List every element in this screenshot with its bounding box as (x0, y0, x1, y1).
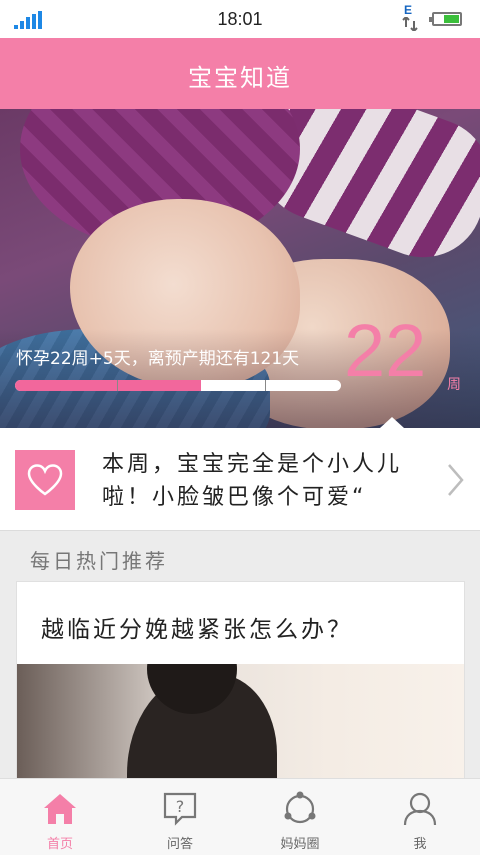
progress-bar-fill (15, 380, 201, 391)
week-unit-label: 周 (447, 377, 461, 393)
battery-icon (429, 12, 462, 26)
svg-text:?: ? (176, 797, 185, 816)
tab-label-home: 首页 (46, 837, 73, 852)
progress-tick (265, 380, 266, 391)
section-title-daily: 每日热门推荐 (30, 549, 168, 573)
weekly-tip-text: 本周，宝宝完全是个小人儿啦！小脸皱巴像个可爱“ (102, 452, 403, 510)
tab-qa[interactable]: ? 问答 (120, 779, 240, 855)
tab-home[interactable]: 首页 (0, 779, 120, 855)
tab-label-me: 我 (413, 837, 427, 852)
current-week-number: 22 (344, 309, 427, 392)
home-icon (44, 794, 76, 824)
article-image[interactable] (17, 664, 464, 792)
pregnancy-progress-text: 怀孕22周+5天，离预产期还有121天 (16, 349, 300, 369)
tab-label-qa: 问答 (166, 837, 193, 852)
chevron-right-icon[interactable] (446, 462, 466, 498)
article-title[interactable]: 越临近分娩越紧张怎么办？ (41, 610, 353, 644)
tab-label-mom-circle: 妈妈圈 (280, 837, 320, 852)
user-icon (403, 792, 437, 826)
circle-icon (284, 791, 316, 824)
status-bar: 18:01 E (0, 0, 480, 38)
network-icon: E (400, 3, 420, 33)
bottom-tab-bar: 首页 ? 问答 妈妈圈 我 (0, 778, 480, 855)
pregnancy-progress-bar (15, 380, 341, 391)
heart-icon (15, 450, 75, 510)
article-card[interactable]: 越临近分娩越紧张怎么办？ (16, 581, 465, 793)
progress-tick (117, 380, 118, 391)
tab-me[interactable]: 我 (360, 779, 480, 855)
question-icon: ? (163, 792, 197, 826)
app-header: 宝宝知道 (0, 38, 480, 109)
tab-mom-circle[interactable]: 妈妈圈 (240, 779, 360, 855)
network-type-label: E (404, 3, 413, 17)
weekly-tip-card[interactable]: 本周，宝宝完全是个小人儿啦！小脸皱巴像个可爱“ (0, 428, 480, 531)
page-title: 宝宝知道 (188, 64, 292, 92)
card-pointer (380, 417, 404, 428)
